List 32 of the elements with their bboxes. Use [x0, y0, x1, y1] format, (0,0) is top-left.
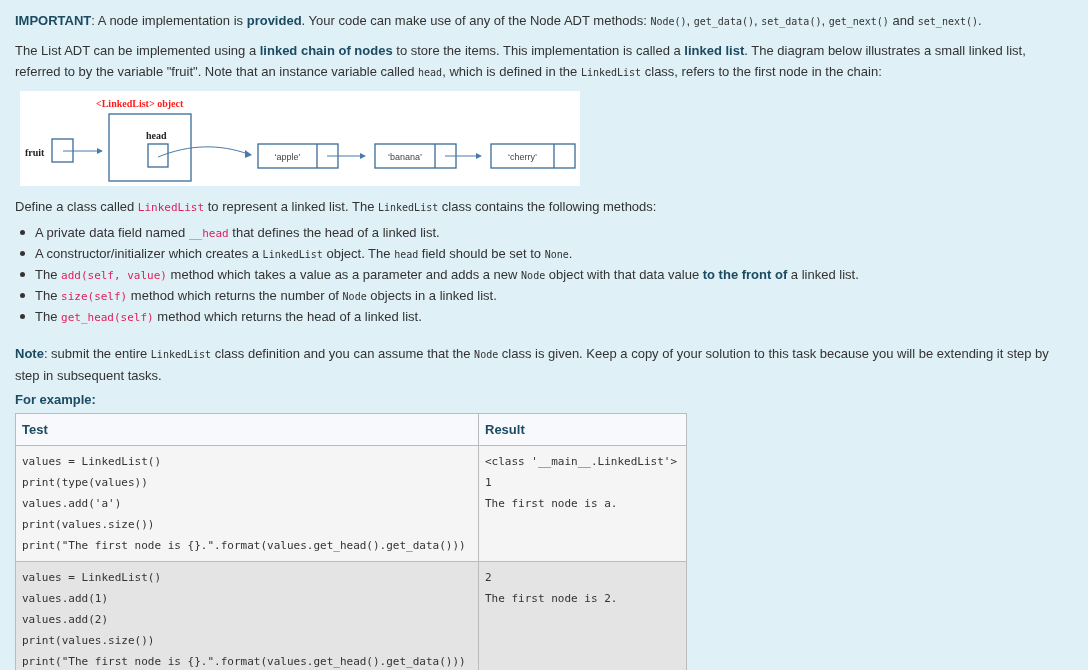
list-item: The get_head(self) method which returns the head of a linked list. [35, 309, 422, 324]
bullet-icon [20, 230, 25, 235]
paragraph: IMPORTANT: A node implementation is provided. Your code can make use of any of the Node ADT methods: Node(), get_data(), set_data(), get_next() and set_next(). [15, 12, 983, 30]
object-label: <LinkedList> object [96, 98, 184, 109]
table-cell: <class '__main__.LinkedList'> 1 The first node is a. [478, 445, 687, 562]
bullet-icon [20, 272, 25, 277]
variable-box [51, 138, 74, 163]
list-item: The add(self, value) method which takes a value as a parameter and adds a new Node object with that data value to the front of a linked list. [35, 267, 859, 282]
paragraph: Note: submit the entire LinkedList class definition and you can assume that the Node class is given. Keep a copy of your solution to this task because you will be extending it step by step in subsequent tasks. [15, 345, 1050, 385]
field-box [147, 143, 169, 168]
paragraph: Define a class called LinkedList to represent a linked list. The LinkedList class contains the following methods: [15, 198, 658, 216]
arrow [326, 153, 366, 159]
field-label: head [146, 130, 167, 141]
example-label: For example: [15, 392, 97, 407]
list-node: ‘banana’ [374, 143, 457, 169]
arrow [444, 153, 482, 159]
paragraph: The List ADT can be implemented using a linked chain of nodes to store the items. This implementation is called a linked list. The diagram below illustrates a small linked list, referred to by the variable "fruit". Note that an instance variable called head, which is defined in the LinkedList class, refers to the first node in the chain: [15, 42, 1027, 81]
bullet-icon [20, 314, 25, 319]
bullet-icon [20, 293, 25, 298]
column-header: Test [15, 413, 479, 446]
list-item: A constructor/initializer which creates a LinkedList object. The head field should be set to None. [35, 246, 573, 261]
list-item: A private data field named __head that defines the head of a linked list. [35, 225, 440, 240]
table-cell: 2 The first node is 2. [478, 561, 687, 670]
list-item: The size(self) method which returns the number of Node objects in a linked list. [35, 288, 497, 303]
bullet-icon [20, 251, 25, 256]
column-header: Result [478, 413, 687, 446]
variable-label: fruit [25, 147, 45, 158]
table-cell: values = LinkedList() print(type(values)) values.add('a') print(values.size()) print("The first node is {}.".format(values.get_head().get_data())) [15, 445, 479, 562]
list-node: ‘apple’ [257, 143, 339, 169]
arrow [62, 148, 103, 154]
table-cell: values = LinkedList() values.add(1) values.add(2) print(values.size()) print("The first node is {}.".format(values.get_head().get_data())) [15, 561, 479, 670]
list-node: ‘cherry’ [490, 143, 576, 169]
